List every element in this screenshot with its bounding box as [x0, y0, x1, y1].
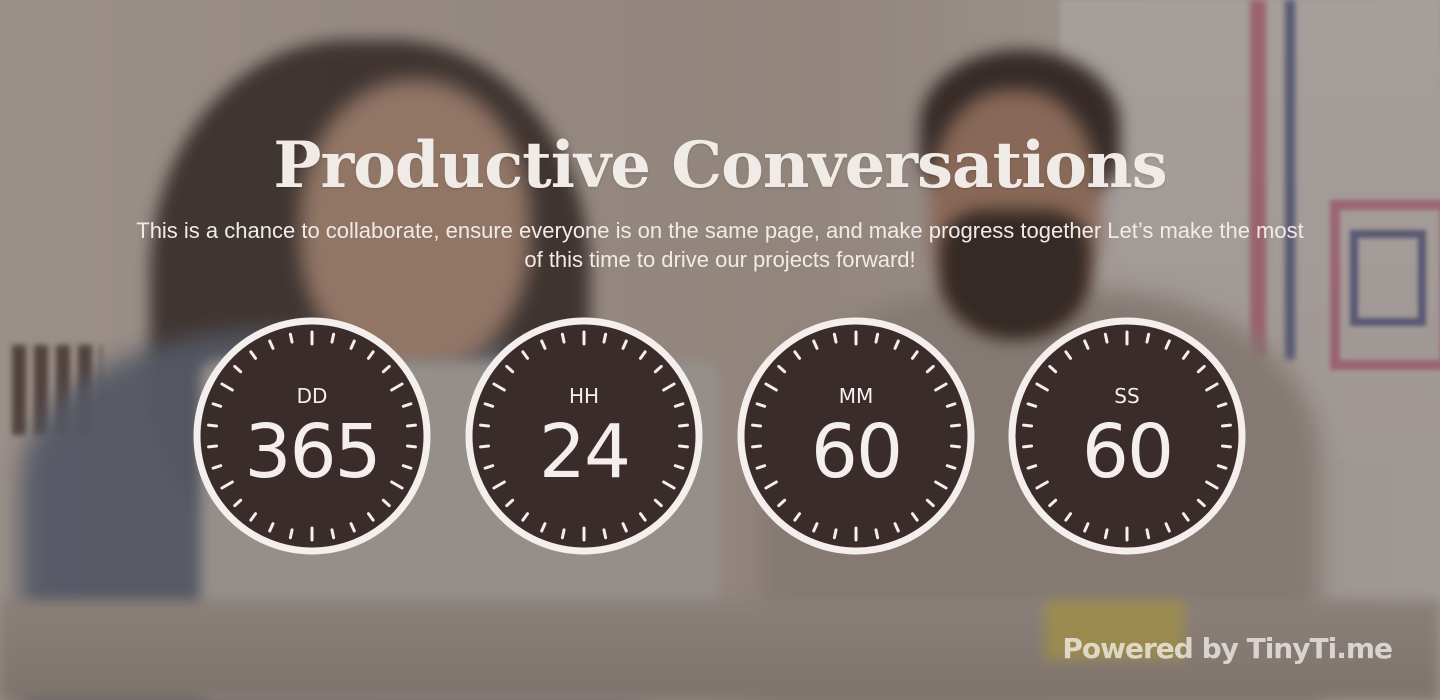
dial-tick	[288, 528, 294, 540]
dial-value: 24	[538, 409, 631, 495]
dial-unit-label: MM	[838, 384, 874, 408]
powered-by-link[interactable]: Powered by TinyTi.me	[1062, 632, 1393, 665]
dial-unit-label: SS	[1114, 384, 1140, 408]
dial-tick	[330, 332, 336, 344]
dial-tick	[1145, 332, 1151, 344]
dial-tick	[330, 528, 336, 540]
countdown-hours: HH 24	[464, 316, 704, 556]
dial-tick	[288, 332, 294, 344]
content: Productive Conversations This is a chanc…	[0, 0, 1440, 700]
dial-tick	[560, 332, 566, 344]
countdown-page: Productive Conversations This is a chanc…	[0, 0, 1440, 700]
dial-value: 365	[244, 409, 381, 495]
countdown-dials: DD 365 HH 24 MM 60 SS 60	[0, 316, 1440, 556]
page-title: Productive Conversations	[273, 128, 1167, 203]
dial-tick	[602, 528, 608, 540]
dial-tick	[1145, 528, 1151, 540]
dial-value: 60	[810, 409, 903, 495]
dial-tick	[602, 332, 608, 344]
countdown-minutes: MM 60	[736, 316, 976, 556]
dial-tick	[1103, 528, 1109, 540]
dial-tick	[874, 528, 880, 540]
dial-tick	[874, 332, 880, 344]
dial-unit-label: DD	[296, 384, 328, 408]
countdown-days: DD 365	[192, 316, 432, 556]
dial-tick	[560, 528, 566, 540]
dial-value: 60	[1081, 409, 1174, 495]
dial-tick	[1103, 332, 1109, 344]
page-subtitle: This is a chance to collaborate, ensure …	[136, 218, 1304, 272]
dial-tick	[832, 332, 838, 344]
dial-tick	[832, 528, 838, 540]
dial-unit-label: HH	[568, 384, 600, 408]
countdown-seconds: SS 60	[1007, 316, 1247, 556]
